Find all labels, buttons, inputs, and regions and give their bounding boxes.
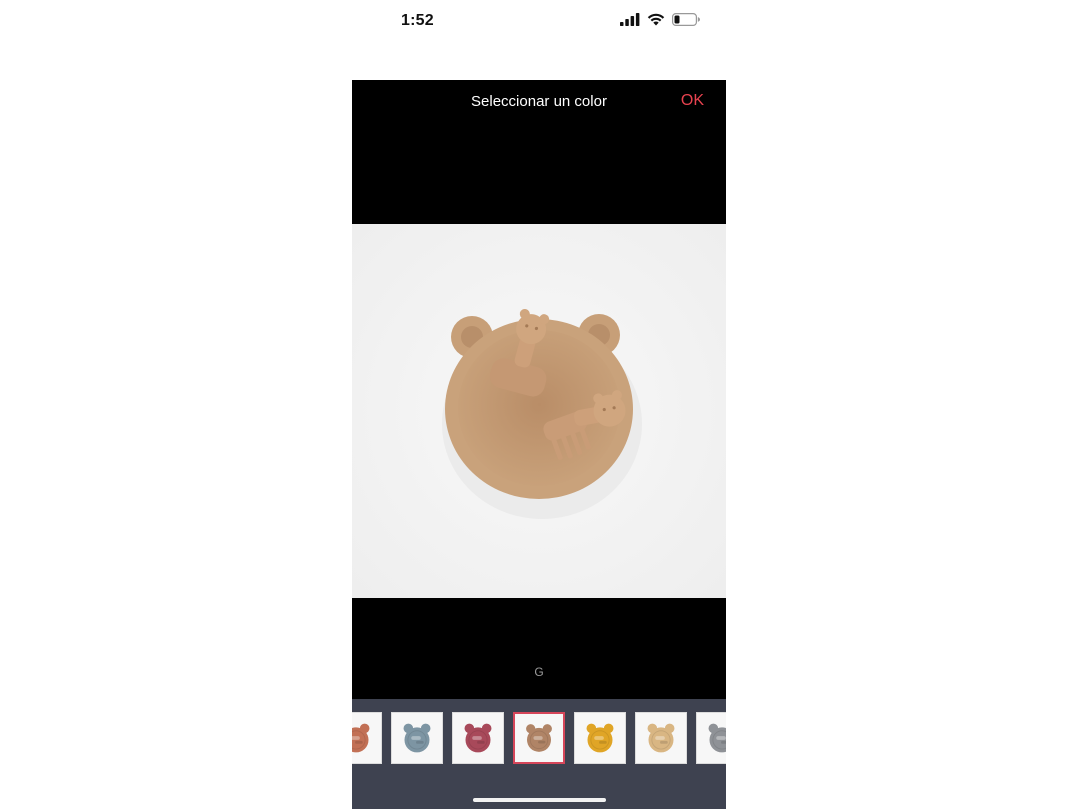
bear-bowl-icon	[575, 713, 625, 763]
color-thumbnail-mustard[interactable]	[574, 712, 626, 764]
bear-bowl-icon	[352, 224, 726, 598]
header: Seleccionar un color OK	[352, 80, 726, 124]
status-time: 1:52	[401, 12, 434, 29]
bear-bowl-icon	[352, 713, 381, 763]
battery-icon	[672, 13, 700, 31]
color-thumbnail-beige[interactable]	[635, 712, 687, 764]
color-thumbnail-grey[interactable]	[696, 712, 726, 764]
status-bar: 1:52	[352, 0, 726, 44]
product-image[interactable]	[352, 224, 726, 598]
home-indicator	[473, 798, 606, 802]
thumbnail-bar	[352, 699, 726, 809]
signal-icon	[620, 13, 640, 31]
page-title: Seleccionar un color	[471, 93, 607, 110]
bear-bowl-icon	[453, 713, 503, 763]
ok-button[interactable]: OK	[681, 92, 704, 110]
color-thumbnail-tan[interactable]	[513, 712, 565, 764]
color-selector-screen: Seleccionar un color OK G	[352, 80, 726, 809]
selected-variant-label: G	[534, 665, 544, 679]
color-thumbnail-rose[interactable]	[452, 712, 504, 764]
bear-bowl-icon	[636, 713, 686, 763]
bear-bowl-icon	[697, 713, 726, 763]
color-thumbnail-terracotta[interactable]	[352, 712, 382, 764]
wifi-icon	[647, 13, 665, 31]
bear-bowl-icon	[515, 714, 563, 762]
thumbnail-strip[interactable]	[352, 712, 726, 766]
bear-bowl-icon	[392, 713, 442, 763]
status-icons	[620, 13, 700, 31]
color-thumbnail-blue-grey[interactable]	[391, 712, 443, 764]
